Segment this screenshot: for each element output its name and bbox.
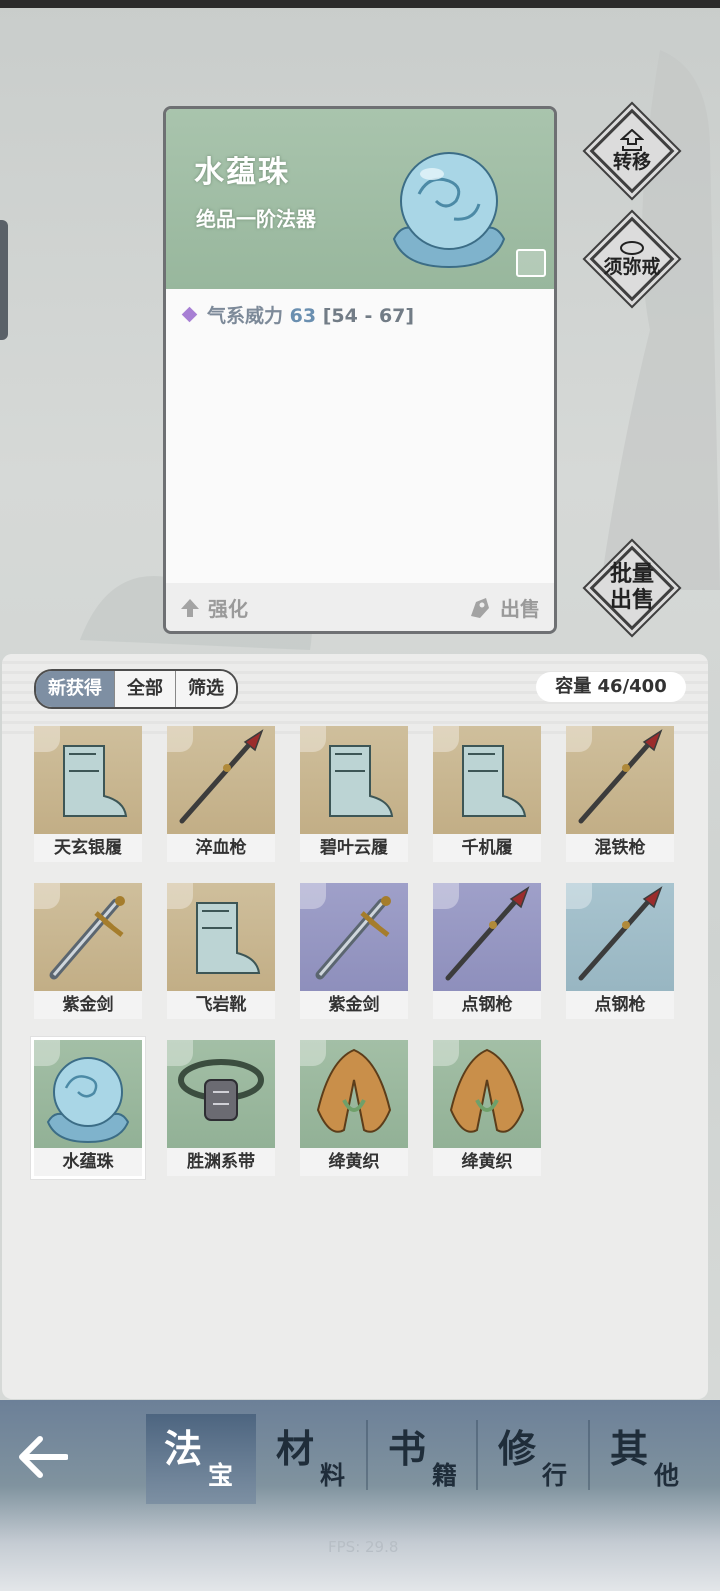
inventory-item[interactable]: 淬血枪 — [167, 726, 275, 862]
item-art — [300, 883, 408, 991]
fps-counter: FPS: 29.8 — [328, 1538, 399, 1556]
inventory-item[interactable]: 绛黄织 — [300, 1040, 408, 1176]
item-art — [433, 1040, 541, 1148]
item-name: 点钢枪 — [566, 991, 674, 1019]
slot-type-icon — [167, 883, 193, 909]
item-grade: 绝品一阶法器 — [196, 207, 316, 231]
left-edge-handle[interactable] — [0, 220, 8, 340]
ring-label: 须弥戒 — [603, 256, 661, 278]
item-art — [167, 883, 275, 991]
item-name: 胜渊系带 — [167, 1148, 275, 1176]
enhance-label: 强化 — [208, 597, 248, 621]
slot-type-icon — [433, 883, 459, 909]
item-name: 紫金剑 — [300, 991, 408, 1019]
orb-icon — [392, 152, 506, 269]
slot-type-icon — [34, 883, 60, 909]
slot-type-icon — [300, 883, 326, 909]
inventory-item[interactable]: 紫金剑 — [300, 883, 408, 1019]
stat-value: 63 — [289, 305, 317, 327]
slot-type-icon — [433, 1040, 459, 1066]
slot-type-icon — [566, 726, 592, 752]
item-name: 紫金剑 — [34, 991, 142, 1019]
slot-type-icon — [300, 726, 326, 752]
tab-filter[interactable]: 筛选 — [175, 671, 236, 707]
stat-range: [54 - 67] — [322, 305, 415, 327]
item-name: 碧叶云履 — [300, 834, 408, 862]
inventory-item[interactable]: 紫金剑 — [34, 883, 142, 1019]
status-bar — [0, 0, 720, 8]
nav-cultivation[interactable]: 修行 — [480, 1414, 590, 1504]
sell-label: 出售 — [500, 597, 540, 621]
stat-row: 气系威力 63 [54 - 67] — [181, 301, 415, 328]
slot-type-icon — [34, 726, 60, 752]
enhance-button[interactable]: 强化 — [180, 593, 248, 622]
inventory-item[interactable]: 点钢枪 — [566, 883, 674, 1019]
batch-sell-label-1: 批量 — [609, 562, 654, 587]
nav-materials[interactable]: 材料 — [258, 1414, 368, 1504]
back-arrow-icon[interactable] — [18, 1435, 68, 1479]
nav-books[interactable]: 书籍 — [370, 1414, 480, 1504]
diamond-icon — [181, 306, 198, 323]
upload-icon — [620, 129, 644, 151]
inventory-item[interactable]: 点钢枪 — [433, 883, 541, 1019]
slot-type-icon — [167, 1040, 193, 1066]
transfer-label: 转移 — [612, 151, 651, 173]
inventory-item[interactable]: 绛黄织 — [433, 1040, 541, 1176]
item-art — [34, 1040, 142, 1148]
slot-type-icon — [167, 726, 193, 752]
inventory-item[interactable]: 胜渊系带 — [167, 1040, 275, 1176]
item-art — [167, 726, 275, 834]
inventory-item[interactable]: 碧叶云履 — [300, 726, 408, 862]
slot-type-icon — [566, 883, 592, 909]
item-detail-card: 水蕴珠 绝品一阶法器 气系威力 63 [54 - 67] 强化 出售 — [163, 106, 557, 634]
item-name: 点钢枪 — [433, 991, 541, 1019]
up-arrow-icon — [181, 598, 199, 617]
item-name: 混铁枪 — [566, 834, 674, 862]
item-name: 千机履 — [433, 834, 541, 862]
nav-other[interactable]: 其他 — [592, 1414, 702, 1504]
inventory-item[interactable]: 飞岩靴 — [167, 883, 275, 1019]
item-art — [566, 883, 674, 991]
item-title: 水蕴珠 — [194, 155, 290, 190]
item-art — [433, 726, 541, 834]
inventory-item[interactable]: 混铁枪 — [566, 726, 674, 862]
item-art — [34, 726, 142, 834]
slot-type-icon — [34, 1040, 60, 1066]
item-art — [300, 726, 408, 834]
ring-button[interactable]: 须弥戒 — [589, 216, 675, 302]
slot-type-icon — [433, 726, 459, 752]
tab-new[interactable]: 新获得 — [36, 671, 114, 707]
item-name: 飞岩靴 — [167, 991, 275, 1019]
sell-button[interactable]: 出售 — [468, 593, 540, 622]
inventory-item[interactable]: 千机履 — [433, 726, 541, 862]
ring-icon — [620, 241, 644, 255]
inventory-item[interactable]: 天玄银履 — [34, 726, 142, 862]
item-art — [34, 883, 142, 991]
item-art — [433, 883, 541, 991]
inventory-item[interactable]: 水蕴珠 — [31, 1037, 145, 1179]
lock-button[interactable] — [516, 249, 546, 277]
item-name: 水蕴珠 — [34, 1148, 142, 1176]
sell-icon — [471, 597, 489, 618]
batch-sell-label-2: 出售 — [609, 588, 654, 613]
capacity-badge: 容量 46/400 — [536, 672, 686, 702]
tab-all[interactable]: 全部 — [114, 671, 175, 707]
item-detail-footer: 强化 出售 — [166, 583, 554, 631]
item-art — [566, 726, 674, 834]
item-name: 绛黄织 — [433, 1148, 541, 1176]
transfer-button[interactable]: 转移 — [589, 108, 675, 194]
batch-sell-button[interactable]: 批量 出售 — [589, 545, 675, 631]
slot-type-icon — [300, 1040, 326, 1066]
stat-name: 气系威力 — [207, 305, 284, 327]
item-art — [167, 1040, 275, 1148]
item-name: 天玄银履 — [34, 834, 142, 862]
item-art — [300, 1040, 408, 1148]
inventory-tabs: 新获得 全部 筛选 — [34, 669, 238, 709]
item-name: 淬血枪 — [167, 834, 275, 862]
item-name: 绛黄织 — [300, 1148, 408, 1176]
nav-treasure[interactable]: 法宝 — [146, 1414, 256, 1504]
